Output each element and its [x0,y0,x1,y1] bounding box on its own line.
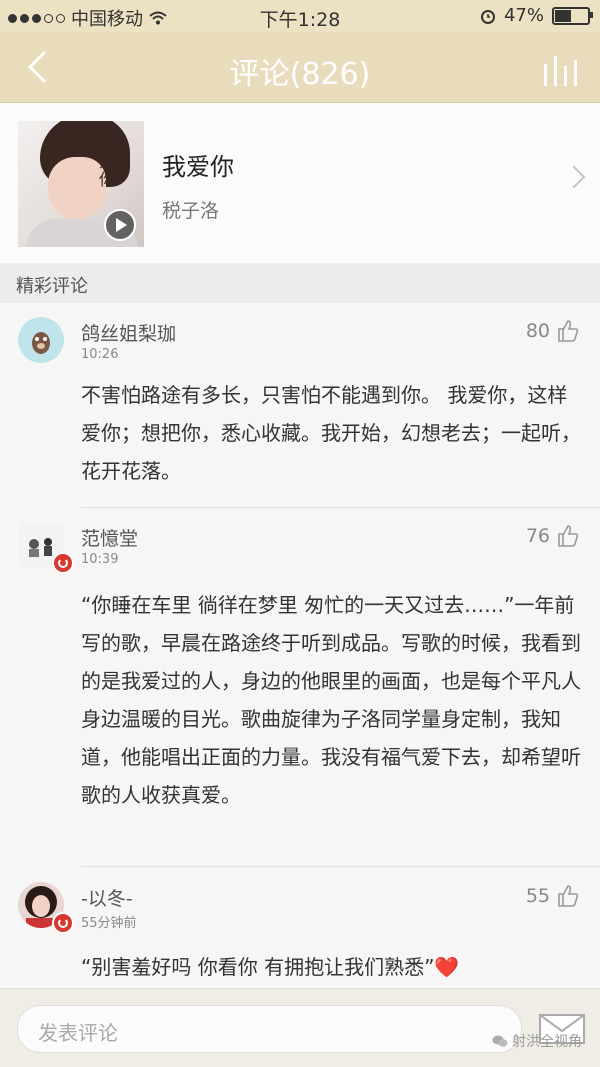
comment-text: 不害怕路途有多长，只害怕不能遇到你。 我爱你，这样爱你；想把你，悉心收藏。我开始… [81,383,581,483]
comment-item: 鸽丝姐梨珈 10:26 80 不害怕路途有多长，只害怕不能遇到你。 我爱你，这样… [0,303,600,508]
thumbs-up-icon [558,320,579,342]
input-placeholder: 发表评论 [38,1021,118,1045]
equalizer-icon[interactable] [542,52,580,86]
song-title: 我爱你 [162,153,234,181]
watermark-text: 射洪全视角 [512,1034,582,1050]
like-count: 80 [525,320,550,342]
play-icon[interactable] [104,209,136,241]
thumbs-up-icon [558,525,579,547]
like-button[interactable]: 80 [526,319,580,343]
comment-text: “你睡在车里 徜徉在梦里 匆忙的一天又过去……”一年前写的歌，早晨在路途终于听到… [81,593,581,807]
badge-icon [52,912,74,934]
username[interactable]: -以冬- [81,884,133,911]
section-header: 精彩评论 [0,263,600,303]
comment-item: -以冬- 55分钟前 55 “别害羞好吗 你看你 有拥抱让我们熟悉”❤️ [0,868,600,988]
comment-time: 55分钟前 [81,916,137,931]
cover-title: 我爱你 [98,134,115,189]
like-button[interactable]: 76 [526,524,580,548]
comment-time: 10:39 [81,552,119,567]
status-bar: 中国移动 下午1:28 47% [0,0,600,32]
like-count: 55 [525,885,550,907]
comment-item: 范憶堂 10:39 76 “你睡在车里 徜徉在梦里 匆忙的一天又过去……”一年前… [0,508,600,868]
battery-icon [552,6,593,25]
battery-percent: 47% [503,5,544,26]
wechat-icon [492,1035,508,1047]
username[interactable]: 范憶堂 [81,524,138,551]
alarm-icon [480,9,495,24]
like-count: 76 [525,525,550,547]
comment-time: 10:26 [81,347,119,362]
avatar[interactable] [18,317,64,363]
username[interactable]: 鸽丝姐梨珈 [81,319,176,346]
watermark: 射洪全视角 [492,1031,582,1051]
divider [81,866,600,867]
song-artist: 税子洛 [162,200,220,222]
nav-bar: 评论(826) [0,32,600,103]
comment-input[interactable]: 发表评论 [17,1005,522,1053]
album-cover: 我爱你 [18,121,144,247]
section-title: 精彩评论 [16,276,88,297]
comment-text: “别害羞好吗 你看你 有拥抱让我们熟悉”❤️ [81,955,460,979]
chevron-right-icon[interactable] [562,165,586,189]
like-button[interactable]: 55 [526,884,580,908]
comment-input-bar: 发表评论 射洪全视角 [0,988,600,1067]
song-card[interactable]: 我爱你 我爱你 税子洛 [0,103,600,263]
badge-icon [52,552,74,574]
thumbs-up-icon [558,885,579,907]
status-right: 47% [480,5,593,26]
page-title: 评论(826) [229,57,371,92]
